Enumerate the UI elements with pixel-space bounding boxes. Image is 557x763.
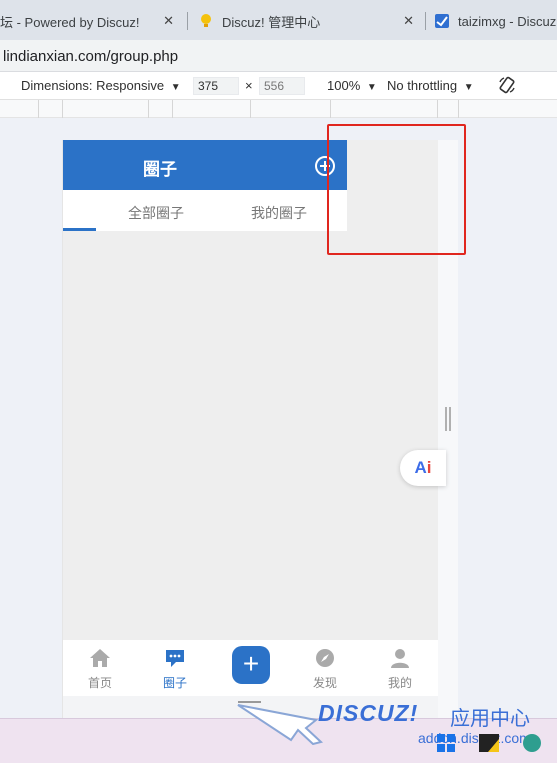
chevron-down-icon: ▼: [366, 82, 377, 93]
page-title: 圈子: [143, 160, 177, 179]
close-icon[interactable]: ✕: [403, 13, 414, 29]
resize-handle[interactable]: [445, 407, 451, 431]
dimensions-dropdown[interactable]: Dimensions: Responsive ▼: [21, 78, 181, 93]
ruler-tick: [458, 100, 459, 118]
taskbar-app-icon[interactable]: [478, 733, 500, 753]
plus-icon[interactable]: +: [232, 646, 270, 684]
nav-item-home[interactable]: 首页: [70, 640, 130, 696]
taskbar-app-icon[interactable]: [523, 734, 541, 752]
close-icon[interactable]: ✕: [163, 13, 174, 29]
nav-label: 发现: [312, 676, 337, 690]
url-text[interactable]: lindianxian.com/group.php: [3, 48, 178, 65]
ruler-tick: [62, 100, 63, 118]
group-tabs: 全部圈子 我的圈子: [63, 190, 347, 231]
nav-item-discover[interactable]: 发现: [295, 640, 355, 696]
watermark-logo: DISCUZ!: [318, 700, 419, 726]
zoom-dropdown[interactable]: 100% ▼: [327, 78, 377, 93]
ruler-tick: [172, 100, 173, 118]
tab-title: Discuz! 管理中心: [222, 14, 321, 30]
browser-tab-admin[interactable]: Discuz! 管理中心 ✕: [198, 6, 420, 36]
browser-tab-forum[interactable]: 坛 - Powered by Discuz! ✕: [0, 6, 180, 36]
watermark-url: addon.discuz.com: [418, 730, 531, 746]
ruler: [0, 100, 557, 118]
width-input[interactable]: 375: [193, 77, 239, 95]
group-list-area: [63, 231, 438, 641]
nav-label: 圈子: [162, 676, 187, 690]
compass-icon: [314, 648, 336, 668]
ruler-tick: [330, 100, 331, 118]
discuz-tab-icon: [434, 13, 450, 29]
chat-icon: [164, 648, 186, 668]
address-bar[interactable]: lindianxian.com/group.php: [0, 40, 557, 72]
highlight-annotation-box: [327, 124, 466, 255]
tab-title: taizimxg - Discuz: [458, 13, 557, 29]
chevron-down-icon: ▼: [170, 82, 181, 93]
watermark-arrow-icon: [237, 701, 324, 745]
times-sign: ×: [245, 78, 253, 93]
ruler-tick: [250, 100, 251, 118]
height-input[interactable]: 556: [259, 77, 305, 95]
nav-item-me[interactable]: 我的: [370, 640, 430, 696]
chevron-down-icon: ▼: [463, 82, 474, 93]
page-header: 圈子: [63, 140, 347, 190]
device-toolbar: Dimensions: Responsive ▼ 375 × 556 100% …: [0, 72, 557, 100]
tab-my-groups[interactable]: 我的圈子: [251, 203, 307, 223]
tab-separator: [187, 12, 188, 30]
user-icon: [389, 648, 411, 668]
nav-label: 我的: [387, 676, 412, 690]
tab-title: 坛 - Powered by Discuz!: [0, 14, 140, 30]
ruler-tick: [148, 100, 149, 118]
throttling-dropdown[interactable]: No throttling ▼: [387, 78, 474, 93]
lightbulb-icon: [198, 13, 214, 29]
home-icon: [89, 648, 111, 668]
browser-tab-taizimxg[interactable]: taizimxg - Discuz: [434, 6, 557, 36]
windows-start-icon[interactable]: [436, 733, 456, 753]
ruler-tick: [38, 100, 39, 118]
nav-label: 首页: [87, 676, 112, 690]
browser-tab-strip: 坛 - Powered by Discuz! ✕ Discuz! 管理中心 ✕ …: [0, 0, 557, 40]
bottom-nav: 首页 圈子 + 发现 我的: [63, 640, 438, 696]
tab-separator: [425, 12, 426, 30]
tab-all-groups[interactable]: 全部圈子: [128, 203, 184, 223]
ruler-tick: [437, 100, 438, 118]
watermark-app-center: 应用中心: [450, 708, 530, 730]
rotate-icon[interactable]: [498, 76, 516, 97]
ai-assistant-button[interactable]: Ai: [400, 450, 446, 486]
nav-item-groups[interactable]: 圈子: [145, 640, 205, 696]
